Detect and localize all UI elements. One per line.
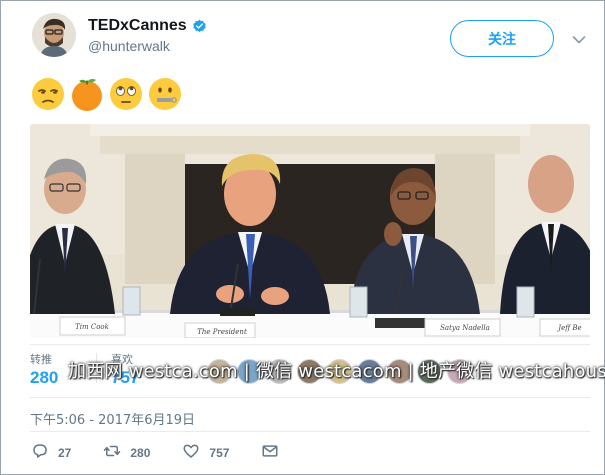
- tweet-photo[interactable]: Tim Cook The President Satya Nadella Jef…: [30, 124, 590, 338]
- tweet-actions: 27 280 757: [31, 442, 311, 463]
- verified-badge-icon: [192, 19, 207, 34]
- face-with-rolling-eyes-icon: [109, 77, 143, 111]
- message-button[interactable]: [261, 442, 279, 463]
- retweet-count: 280: [130, 445, 151, 460]
- envelope-icon: [261, 442, 279, 463]
- retweets-stat[interactable]: 转推 280: [30, 351, 58, 388]
- like-button[interactable]: 757: [182, 442, 229, 463]
- divider: [30, 344, 590, 345]
- divider: [30, 431, 590, 432]
- placard-text-4: Jeff Be: [556, 324, 581, 332]
- handle[interactable]: @hunterwalk: [88, 38, 207, 54]
- reply-icon: [31, 442, 49, 463]
- reply-button[interactable]: 27: [31, 442, 71, 463]
- retweet-button[interactable]: 280: [103, 442, 150, 463]
- unamused-face-icon: [31, 77, 65, 111]
- timestamp[interactable]: 下午5:06 - 2017年6月19日: [30, 409, 195, 428]
- tweet-card: TEDxCannes @hunterwalk 关注 Tim Cook The P…: [0, 0, 605, 475]
- reply-count: 27: [58, 445, 72, 460]
- placard-text-2: The President: [197, 328, 247, 336]
- chevron-down-icon[interactable]: [572, 32, 586, 44]
- like-count: 757: [209, 445, 230, 460]
- retweets-value: 280: [30, 368, 59, 387]
- divider: [30, 397, 590, 398]
- zipper-mouth-face-icon: [148, 77, 182, 111]
- placard-text-3: Satya Nadella: [440, 324, 490, 332]
- tweet-text: [31, 77, 182, 111]
- author-block: TEDxCannes @hunterwalk: [88, 17, 207, 54]
- display-name[interactable]: TEDxCannes: [88, 17, 187, 35]
- avatar[interactable]: [32, 13, 76, 57]
- watermark-text: 加西网 westca.com | 微信 westcacom | 地产微信 wes…: [68, 361, 605, 382]
- retweet-icon: [103, 442, 121, 463]
- tangerine-icon: [70, 77, 104, 111]
- heart-icon: [182, 442, 200, 463]
- author-name-row[interactable]: TEDxCannes: [88, 17, 207, 35]
- follow-button[interactable]: 关注: [450, 20, 554, 57]
- placard-text-1: Tim Cook: [75, 323, 109, 331]
- retweets-label: 转推: [30, 353, 52, 366]
